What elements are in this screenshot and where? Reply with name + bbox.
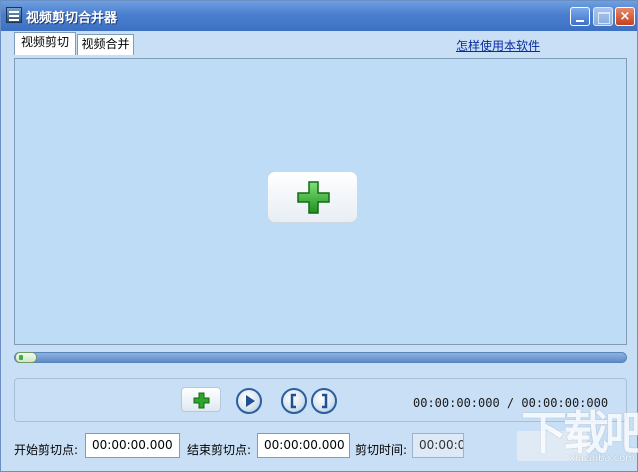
minimize-button[interactable]	[570, 7, 590, 26]
cut-duration-field: 00:00:0:	[412, 433, 464, 458]
start-cut-field[interactable]: 00:00:00.000	[85, 433, 180, 458]
play-icon	[246, 395, 255, 407]
cut-duration-label: 剪切时间:	[355, 443, 408, 457]
add-file-button[interactable]	[181, 387, 221, 412]
green-plus-icon	[193, 392, 210, 409]
seek-bar[interactable]	[14, 352, 627, 363]
tab-video-merge[interactable]: 视频合并	[77, 34, 134, 58]
maximize-button	[593, 7, 613, 26]
add-video-button[interactable]	[267, 171, 358, 223]
end-cut-label: 结束剪切点:	[187, 443, 252, 457]
close-icon: ×	[619, 9, 631, 24]
end-cut-field[interactable]: 00:00:00.000	[257, 433, 350, 458]
title-bar[interactable]: 视频剪切合并器 ×	[1, 1, 637, 31]
tab-video-cut[interactable]: 视频剪切	[14, 32, 76, 55]
mark-out-bracket-icon	[322, 393, 328, 409]
window-title: 视频剪切合并器	[26, 11, 118, 26]
mark-in-bracket-icon	[290, 393, 296, 409]
play-button[interactable]	[236, 388, 262, 414]
green-plus-icon	[297, 181, 330, 214]
mark-in-button[interactable]	[281, 388, 307, 414]
mark-out-button[interactable]	[311, 388, 337, 414]
video-preview-area[interactable]	[14, 58, 627, 345]
close-button[interactable]: ×	[615, 7, 635, 26]
seek-thumb[interactable]	[15, 352, 37, 363]
watermark-url: xiazaiba.com	[569, 453, 635, 464]
start-cut-label: 开始剪切点:	[14, 443, 79, 457]
how-to-use-link[interactable]: 怎样使用本软件	[456, 37, 540, 54]
film-app-icon[interactable]	[6, 7, 22, 23]
app-window: 视频剪切合并器 × 视频剪切 视频合并 怎样使用本软件 00:00:00:000…	[0, 0, 638, 472]
